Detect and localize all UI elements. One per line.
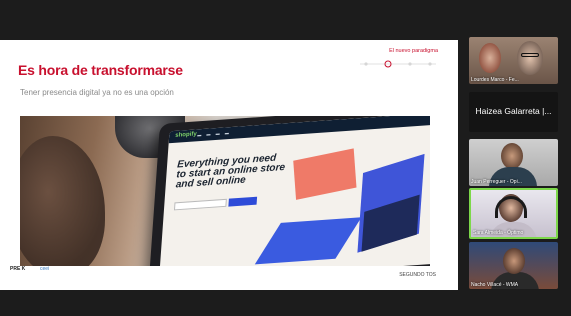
photo-laptop: shopify ▬ ▬ ▬ ▬ Everything you need to s… bbox=[148, 116, 430, 266]
participant-tile-1[interactable]: Lourdes Marco - Fe... bbox=[469, 37, 558, 84]
footer-logo-right: SEGUNDO TOS bbox=[399, 272, 436, 278]
participant-name-placeholder: Haizea Galarreta |... bbox=[475, 106, 552, 116]
participant-tile-4-active-speaker[interactable]: Sara Almeida - Óptimo bbox=[469, 188, 558, 239]
progress-dots bbox=[360, 60, 436, 68]
slide-photo: shopify ▬ ▬ ▬ ▬ Everything you need to s… bbox=[20, 116, 430, 266]
slide-progress-tracker bbox=[358, 58, 438, 70]
shared-slide: Es hora de transformarse Tener presencia… bbox=[0, 40, 458, 290]
slide-subtitle: Tener presencia digital ya no es una opc… bbox=[20, 88, 174, 97]
shopify-logo: shopify bbox=[174, 131, 197, 139]
participant-video-person bbox=[517, 41, 543, 75]
participant-tile-2[interactable]: Haizea Galarreta |... bbox=[469, 92, 558, 132]
laptop-floor-graphic bbox=[254, 217, 362, 265]
participant-name: Sara Almeida - Óptimo bbox=[473, 230, 524, 236]
slide-title: Es hora de transformarse bbox=[18, 62, 183, 78]
participant-video-person bbox=[501, 143, 523, 169]
participant-name: Lourdes Marco - Fe... bbox=[471, 77, 519, 83]
laptop-cta-button bbox=[228, 196, 258, 207]
laptop-coral-graphic bbox=[293, 148, 357, 200]
progress-step-4 bbox=[428, 62, 432, 66]
footer-logo-prek: PRE K bbox=[10, 266, 26, 272]
participant-tile-5[interactable]: Nacho Villacé - WMA bbox=[469, 242, 558, 289]
participant-name: Nacho Villacé - WMA bbox=[471, 282, 519, 288]
footer-logo-ceei: ceei bbox=[40, 266, 50, 272]
laptop-menu: ▬ ▬ ▬ ▬ bbox=[197, 130, 230, 138]
laptop-screen: shopify ▬ ▬ ▬ ▬ Everything you need to s… bbox=[158, 116, 430, 266]
laptop-navbar: shopify ▬ ▬ ▬ ▬ bbox=[168, 116, 430, 144]
progress-step-1 bbox=[364, 62, 368, 66]
progress-label: El nuevo paradigma bbox=[389, 48, 438, 54]
participant-name: Juan Perreguer - Opi... bbox=[471, 179, 522, 185]
progress-step-3 bbox=[408, 62, 412, 66]
laptop-headline: Everything you need to start an online s… bbox=[175, 152, 286, 191]
meeting-screen: Es hora de transformarse Tener presencia… bbox=[0, 0, 571, 316]
participant-video-person bbox=[503, 248, 525, 274]
glasses-graphic bbox=[521, 53, 539, 57]
laptop-email-field bbox=[173, 198, 227, 211]
headset-graphic bbox=[495, 196, 527, 218]
participant-tile-3[interactable]: Juan Perreguer - Opi... bbox=[469, 139, 558, 186]
participant-video-person bbox=[479, 43, 501, 73]
